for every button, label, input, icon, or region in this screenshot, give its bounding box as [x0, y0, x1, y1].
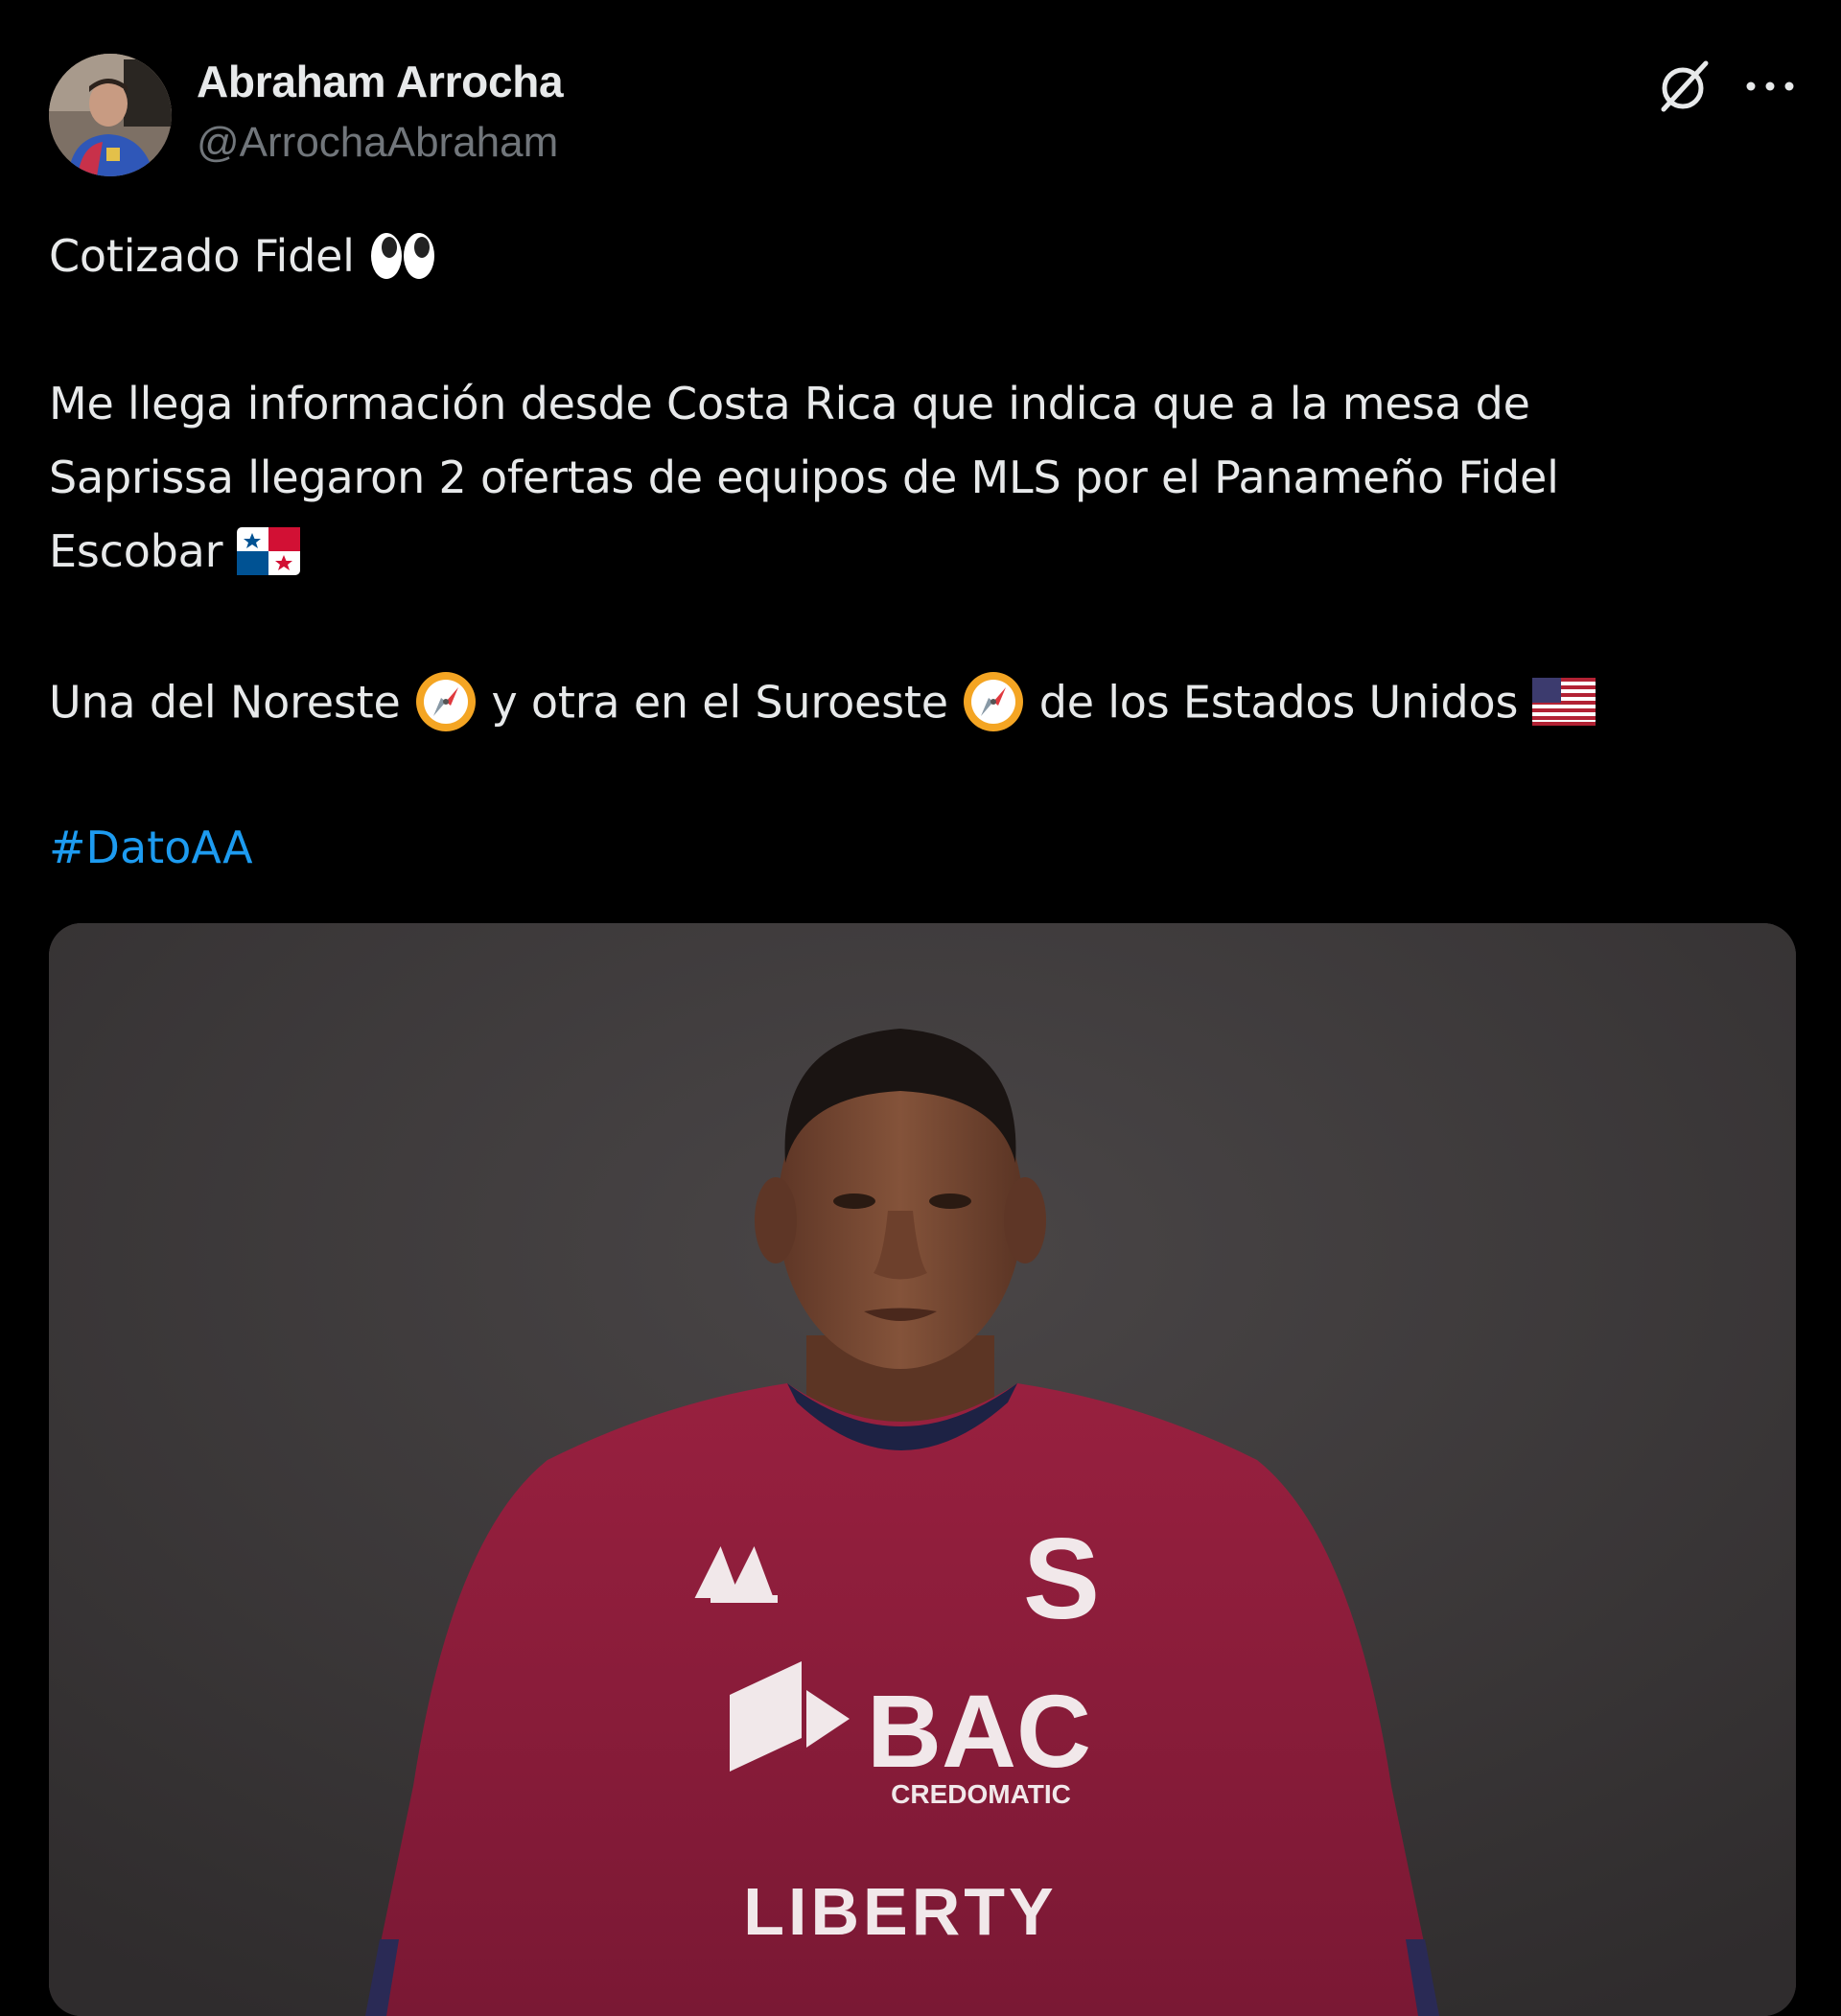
tweet-media-photo[interactable]: S BAC CREDOMATIC LIBERTY — [49, 923, 1796, 2016]
flag-panama-icon — [236, 526, 300, 575]
tweet-text-segment: Escobar — [49, 525, 223, 577]
compass-icon — [962, 670, 1025, 733]
tweet-text-line: Me llega información desde Costa Rica qu… — [49, 378, 1530, 429]
tweet-text-line: Saprissa llegaron 2 ofertas de equipos d… — [49, 452, 1559, 503]
player-eye-left — [833, 1193, 875, 1209]
tweet-text-segment: de los Estados Unidos — [1038, 676, 1519, 729]
tweet: Abraham Arrocha @ArrochaAbraham Cotizado… — [0, 0, 1841, 2016]
flag-united-states-icon — [1531, 678, 1596, 726]
avatar[interactable] — [49, 54, 172, 176]
jersey-sponsor-bac-sub: CREDOMATIC — [891, 1779, 1071, 1809]
tweet-text-segment: y otra en el Suroeste — [491, 676, 948, 729]
jersey-sponsor-bac: BAC — [867, 1673, 1091, 1789]
player-ear-left — [755, 1177, 797, 1263]
compass-icon — [414, 670, 478, 733]
player-ear-right — [1004, 1177, 1046, 1263]
author-display-name[interactable]: Abraham Arrocha — [197, 56, 564, 107]
grok-icon[interactable] — [1656, 58, 1713, 115]
jersey-crest: S — [1023, 1515, 1100, 1643]
player-eye-right — [929, 1193, 971, 1209]
author-handle[interactable]: @ArrochaAbraham — [197, 119, 558, 167]
tweet-text-line: Una del Noreste y otra en el Suroeste de… — [49, 672, 1596, 737]
more-options-icon[interactable] — [1743, 65, 1797, 107]
tweet-text-segment: Una del Noreste — [49, 676, 401, 729]
hashtag-link[interactable]: #DatoAA — [49, 822, 253, 873]
tweet-text-line: Cotizado Fidel — [49, 230, 437, 286]
tweet-text-line: Escobar — [49, 525, 300, 579]
tweet-text-segment: Cotizado Fidel — [49, 230, 355, 282]
eyes-icon — [368, 230, 437, 282]
jersey-sponsor-liberty: LIBERTY — [743, 1874, 1057, 1949]
